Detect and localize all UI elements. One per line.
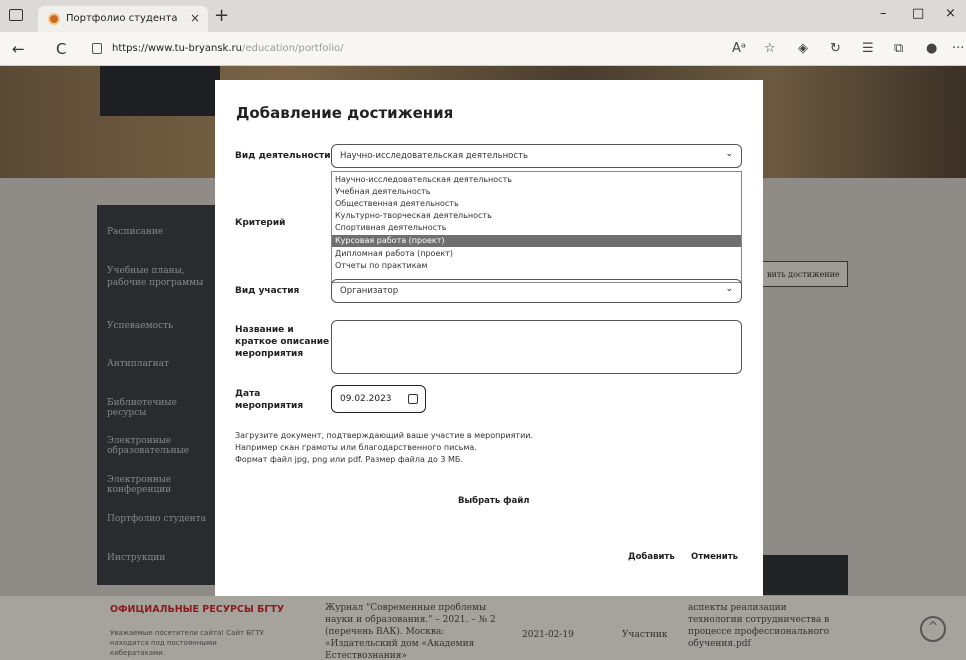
event-date-value: 09.02.2023 xyxy=(340,394,392,404)
add-button[interactable]: Добавить xyxy=(628,552,675,562)
collections-icon[interactable]: ⧉ xyxy=(894,41,903,56)
refresh-extension-icon[interactable]: ↻ xyxy=(830,41,841,56)
footer: ОФИЦИАЛЬНЫЕ РЕСУРСЫ БГТУ Уважаемые посет… xyxy=(0,596,966,660)
sidebar-item-conferences[interactable]: Электронные конференции xyxy=(107,475,215,495)
sidebar-item-plans[interactable]: Учебные планы, рабочие программы дисципл… xyxy=(107,265,212,289)
dropdown-option[interactable]: Дипломная работа (проект) xyxy=(332,248,741,260)
dropdown-option[interactable]: Культурно-творческая деятельность xyxy=(332,210,741,222)
upload-hint: Загрузите документ, подтверждающий ваше … xyxy=(235,431,534,464)
back-button[interactable]: ← xyxy=(12,40,25,58)
chevron-down-icon: ⌄ xyxy=(725,149,733,159)
add-achievement-modal: Добавление достижения Вид деятельности Н… xyxy=(215,80,763,596)
sidebar-item-instructions[interactable]: Инструкции xyxy=(107,553,165,563)
table-cell-file[interactable]: аспекты реализации технологии сотрудниче… xyxy=(688,602,838,650)
dropdown-option[interactable]: Научно-исследовательская деятельность xyxy=(332,174,741,186)
event-date-input[interactable]: 09.02.2023 xyxy=(331,385,426,413)
table-cell-role: Участник xyxy=(622,630,668,640)
criterion-label: Критерий xyxy=(235,218,286,228)
favorites-list-icon[interactable]: ☰ xyxy=(862,41,874,56)
sidebar-item-antiplagiat[interactable]: Антиплагиат xyxy=(107,359,169,369)
sidebar-item-schedule[interactable]: Расписание xyxy=(107,227,163,237)
site-favicon-icon xyxy=(48,13,60,25)
hero-dark-block xyxy=(100,66,220,116)
extension-icon[interactable]: ◈ xyxy=(798,41,808,56)
participation-label: Вид участия xyxy=(235,286,300,296)
address-bar: ← C https://www.tu-bryansk.ru/education/… xyxy=(0,32,966,66)
maximize-button[interactable]: □ xyxy=(912,6,924,21)
modal-title: Добавление достижения xyxy=(236,104,454,122)
table-cell-journal: Журнал "Современные проблемы науки и обр… xyxy=(325,603,496,660)
new-tab-button[interactable]: + xyxy=(214,5,229,26)
tab-close-icon[interactable]: × xyxy=(190,11,200,25)
participation-select[interactable]: Организатор ⌄ xyxy=(331,279,742,303)
cancel-button[interactable]: Отменить xyxy=(691,552,738,562)
browser-tab-bar: Портфолио студента × + – □ × xyxy=(0,0,966,32)
footer-subtitle: Уважаемые посетители сайта! Сайт БГТУ на… xyxy=(110,629,264,657)
activity-label: Вид деятельности xyxy=(235,151,331,161)
table-cell-date: 2021-02-19 xyxy=(522,630,574,640)
activity-dropdown-list: Научно-исследовательская деятельность Уч… xyxy=(331,171,742,283)
read-aloud-icon[interactable]: Aᵃ xyxy=(732,41,746,56)
choose-file-button[interactable]: Выбрать файл xyxy=(458,496,530,506)
event-date-label: Дата мероприятия xyxy=(235,389,304,411)
add-achievement-button[interactable]: вить достижение xyxy=(762,261,848,287)
favorite-icon[interactable]: ☆ xyxy=(764,41,776,56)
event-description-input[interactable] xyxy=(331,320,742,374)
browser-tab[interactable]: Портфолио студента × xyxy=(38,6,208,32)
chevron-down-icon: ⌄ xyxy=(725,284,733,294)
sidebar-item-progress[interactable]: Успеваемость xyxy=(107,321,173,331)
sidebar: Расписание Учебные планы, рабочие програ… xyxy=(97,205,215,585)
dropdown-option[interactable]: Отчеты по практикам xyxy=(332,260,741,272)
participation-select-value: Организатор xyxy=(340,286,399,296)
footer-title[interactable]: ОФИЦИАЛЬНЫЕ РЕСУРСЫ БГТУ xyxy=(110,604,284,615)
dropdown-option[interactable]: Общественная деятельность xyxy=(332,198,741,210)
tab-actions-icon[interactable] xyxy=(9,9,23,21)
close-window-button[interactable]: × xyxy=(945,6,956,21)
sidebar-item-e-learning[interactable]: Электронные образовательные xyxy=(107,436,215,456)
lock-icon[interactable] xyxy=(92,43,102,54)
minimize-button[interactable]: – xyxy=(880,6,887,21)
url-field[interactable]: https://www.tu-bryansk.ru/education/port… xyxy=(112,43,344,54)
sidebar-item-library[interactable]: Библиотечные ресурсы xyxy=(107,398,215,418)
calendar-icon[interactable] xyxy=(408,394,418,404)
scroll-to-top-button[interactable]: ^ xyxy=(920,616,946,642)
activity-select-value: Научно-исследовательская деятельность xyxy=(340,151,528,161)
event-description-label: Название и краткое описание мероприятия xyxy=(235,325,330,359)
activity-select[interactable]: Научно-исследовательская деятельность ⌄ xyxy=(331,144,742,168)
dropdown-option[interactable]: Учебная деятельность xyxy=(332,186,741,198)
tab-title: Портфолио студента xyxy=(66,13,178,24)
table-header-block xyxy=(762,555,848,595)
reload-button[interactable]: C xyxy=(56,40,66,58)
dropdown-option[interactable]: Спортивная деятельность xyxy=(332,222,741,234)
dropdown-option-selected[interactable]: Курсовая работа (проект) xyxy=(332,235,741,247)
sidebar-item-portfolio[interactable]: Портфолио студента xyxy=(107,514,206,524)
more-menu-icon[interactable]: ··· xyxy=(952,41,964,56)
profile-icon[interactable]: ● xyxy=(926,41,937,56)
